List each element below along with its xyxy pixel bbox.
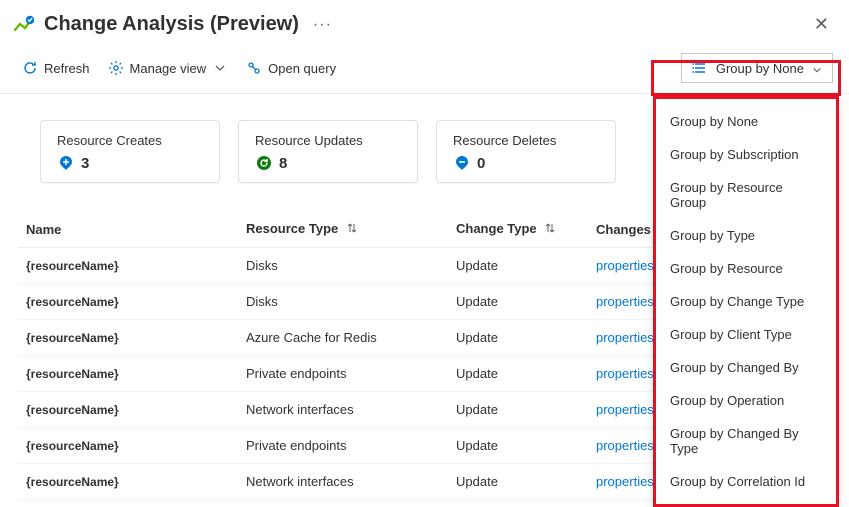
update-icon — [255, 154, 273, 172]
cell-change-type: Update — [448, 284, 588, 320]
cell-name: {resourceName} — [18, 428, 238, 464]
delete-icon — [453, 154, 471, 172]
cell-name: {resourceName} — [18, 356, 238, 392]
group-by-option[interactable]: Group by Resource Group — [656, 171, 836, 219]
refresh-button[interactable]: Refresh — [16, 56, 96, 80]
card-resource-creates[interactable]: Resource Creates 3 — [40, 120, 220, 183]
more-actions-button[interactable]: ··· — [313, 16, 332, 34]
cell-resource-type: Private endpoints — [238, 428, 448, 464]
cell-name: {resourceName} — [18, 464, 238, 500]
manage-view-label: Manage view — [130, 61, 207, 76]
chevron-down-icon — [812, 63, 822, 73]
cell-change-type: Update — [448, 356, 588, 392]
query-icon — [246, 60, 262, 76]
cell-resource-type: Disks — [238, 248, 448, 284]
list-icon — [692, 60, 708, 76]
group-by-dropdown-button[interactable]: Group by None — [681, 53, 833, 83]
create-icon — [57, 154, 75, 172]
cell-change-type: Update — [448, 464, 588, 500]
cell-name: {resourceName} — [18, 248, 238, 284]
card-title: Resource Deletes — [453, 133, 599, 148]
col-resource-type[interactable]: Resource Type — [238, 211, 448, 248]
page-title: Change Analysis (Preview) — [44, 13, 299, 36]
open-query-button[interactable]: Open query — [240, 56, 342, 80]
cell-name: {resourceName} — [18, 392, 238, 428]
card-title: Resource Creates — [57, 133, 203, 148]
cell-name: {resourceName} — [18, 284, 238, 320]
refresh-label: Refresh — [44, 61, 90, 76]
gear-icon — [108, 60, 124, 76]
group-by-option[interactable]: Group by Correlation Id — [656, 465, 836, 498]
col-name[interactable]: Name — [18, 211, 238, 248]
group-by-option[interactable]: Group by Changed By Type — [656, 417, 836, 465]
group-by-option[interactable]: Group by Changed By — [656, 351, 836, 384]
group-by-option[interactable]: Group by Resource — [656, 252, 836, 285]
card-value: 8 — [279, 155, 287, 172]
cell-resource-type: Private endpoints — [238, 356, 448, 392]
cell-resource-type: Azure Cache for Redis — [238, 320, 448, 356]
group-by-option[interactable]: Group by Subscription — [656, 138, 836, 171]
cell-change-type: Update — [448, 248, 588, 284]
sort-icon — [544, 222, 556, 237]
cell-change-type: Update — [448, 428, 588, 464]
cell-resource-type: Network interfaces — [238, 464, 448, 500]
card-resource-updates[interactable]: Resource Updates 8 — [238, 120, 418, 183]
cell-resource-type: Network interfaces — [238, 392, 448, 428]
chevron-down-icon — [212, 60, 228, 76]
card-value: 0 — [477, 155, 485, 172]
refresh-icon — [22, 60, 38, 76]
change-analysis-icon — [12, 13, 36, 37]
card-value: 3 — [81, 155, 89, 172]
group-by-dropdown-menu: Group by NoneGroup by SubscriptionGroup … — [653, 96, 839, 507]
group-by-option[interactable]: Group by Type — [656, 219, 836, 252]
open-query-label: Open query — [268, 61, 336, 76]
cell-resource-type: Disks — [238, 284, 448, 320]
toolbar: Refresh Manage view Open query Group by … — [0, 47, 849, 94]
header-bar: Change Analysis (Preview) ··· ✕ — [0, 0, 849, 47]
manage-view-button[interactable]: Manage view — [102, 56, 235, 80]
group-by-option[interactable]: Group by None — [656, 105, 836, 138]
cell-name: {resourceName} — [18, 320, 238, 356]
group-by-option[interactable]: Group by Client Type — [656, 318, 836, 351]
card-title: Resource Updates — [255, 133, 401, 148]
group-by-option[interactable]: Group by Operation — [656, 384, 836, 417]
close-button[interactable]: ✕ — [810, 10, 833, 39]
col-change-type[interactable]: Change Type — [448, 211, 588, 248]
group-by-label: Group by None — [716, 61, 804, 76]
card-resource-deletes[interactable]: Resource Deletes 0 — [436, 120, 616, 183]
group-by-option[interactable]: Group by Change Type — [656, 285, 836, 318]
cell-change-type: Update — [448, 320, 588, 356]
cell-change-type: Update — [448, 392, 588, 428]
sort-icon — [346, 222, 358, 237]
